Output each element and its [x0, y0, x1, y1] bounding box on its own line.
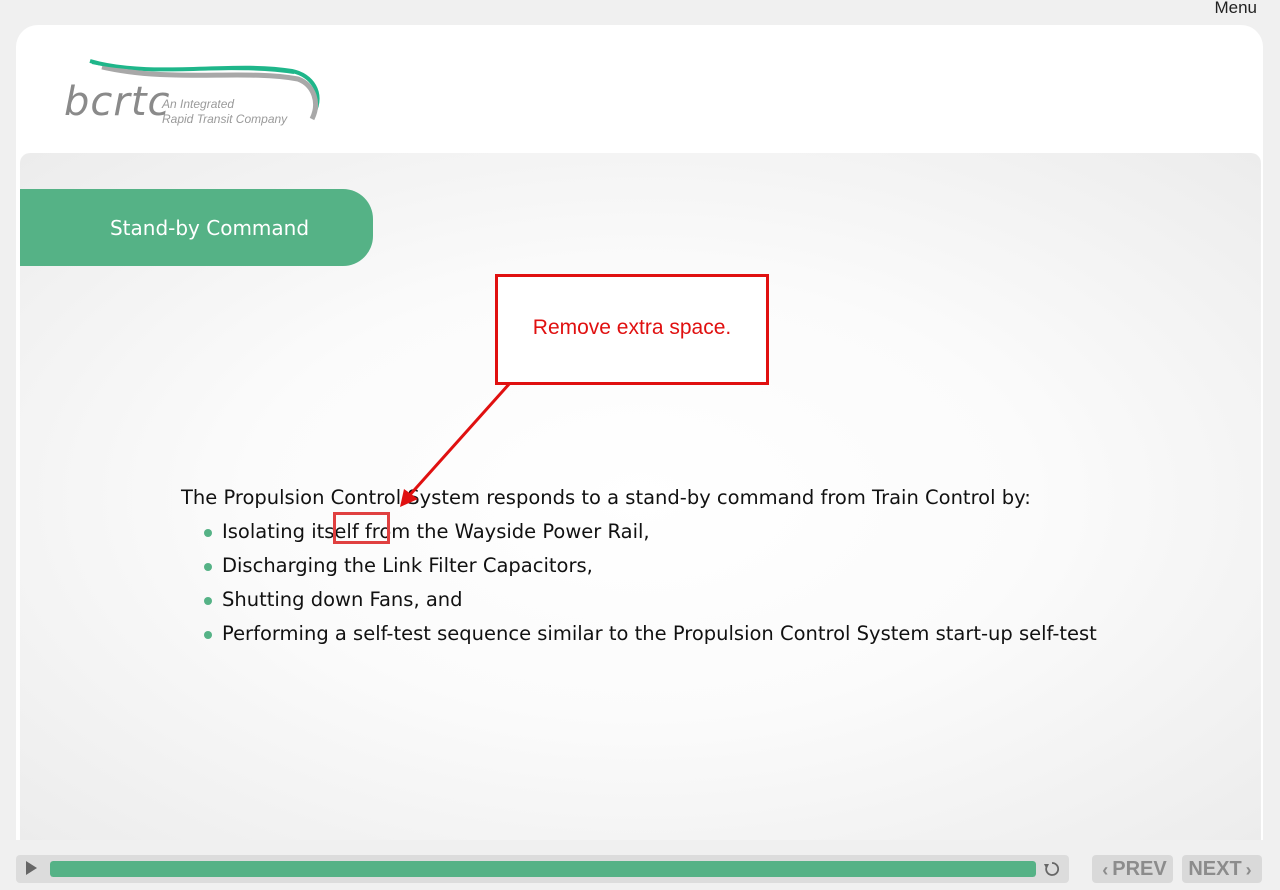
chevron-right-icon: › — [1245, 859, 1252, 880]
progress-bar[interactable] — [50, 861, 1036, 877]
menu-link[interactable]: Menu — [1214, 0, 1257, 18]
next-button[interactable]: NEXT › — [1182, 855, 1262, 883]
bullet-dot-icon — [204, 563, 212, 571]
bullet-item: Shutting down Fans, and — [181, 586, 1141, 620]
bullet-dot-icon — [204, 631, 212, 639]
slide-intro: The Propulsion Control System responds t… — [181, 486, 1031, 509]
bullet-text: Isolating itself from the Wayside Power … — [222, 520, 650, 543]
bullet-text: Performing a self-test sequence similar … — [222, 622, 1097, 645]
bullet-text: Discharging the Link Filter Capacitors, — [222, 554, 593, 577]
slide-frame: bcrtc An Integrated Rapid Transit Compan… — [16, 25, 1263, 840]
prev-button[interactable]: ‹ PREV — [1092, 855, 1173, 883]
replay-icon[interactable] — [1043, 860, 1061, 878]
slide-title-tab: Stand-by Command — [20, 189, 373, 266]
logo-wordmark: bcrtc — [64, 79, 171, 125]
annotation-callout-text: Remove extra space. — [532, 315, 732, 339]
next-label: NEXT — [1188, 857, 1242, 880]
annotation-callout: Remove extra space. — [495, 274, 769, 385]
annotation-highlight-box — [333, 512, 390, 544]
bullet-text: Shutting down Fans, and — [222, 588, 463, 611]
bullet-dot-icon — [204, 529, 212, 537]
slide-stage: Stand-by Command Remove extra space. The… — [20, 153, 1261, 840]
logo-tagline-line2: Rapid Transit Company — [162, 112, 288, 126]
bullet-dot-icon — [204, 597, 212, 605]
bcrtc-logo: bcrtc An Integrated Rapid Transit Compan… — [62, 53, 322, 133]
slide-title: Stand-by Command — [109, 215, 310, 240]
chevron-left-icon: ‹ — [1102, 859, 1109, 880]
bullet-item: Isolating itself from the Wayside Power … — [181, 518, 1141, 552]
bullet-item: Performing a self-test sequence similar … — [181, 620, 1141, 654]
prev-label: PREV — [1112, 857, 1167, 880]
progress-fill — [50, 861, 1036, 877]
logo-tagline-line1: An Integrated — [162, 97, 235, 111]
slide-body: The Propulsion Control System responds t… — [181, 486, 1141, 654]
play-icon[interactable] — [26, 861, 37, 875]
bullet-list: Isolating itself from the Wayside Power … — [181, 518, 1141, 654]
player-controls — [16, 855, 1069, 883]
bullet-item: Discharging the Link Filter Capacitors, — [181, 552, 1141, 586]
